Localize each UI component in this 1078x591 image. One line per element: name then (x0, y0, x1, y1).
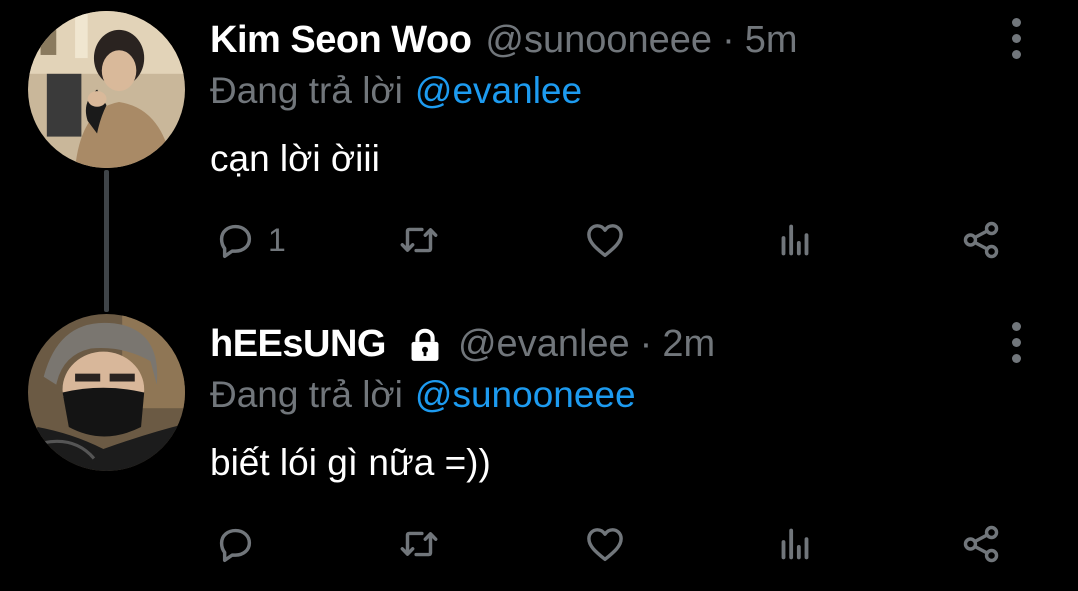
share-button[interactable] (958, 212, 1004, 268)
tweet[interactable]: hEEsUNG @evanlee · 2m Đang trả lời @sunoo… (0, 300, 1078, 591)
views-icon (781, 224, 809, 256)
tweet-text: biết lói gì nữa =)) (210, 442, 491, 483)
timestamp[interactable]: 5m (745, 16, 798, 64)
reply-count: 1 (268, 221, 286, 258)
separator: · (722, 19, 735, 61)
more-options-button[interactable] (998, 14, 1034, 62)
share-button[interactable] (958, 516, 1004, 572)
share-icon (963, 221, 999, 259)
reply-icon (219, 528, 252, 563)
lock-icon (406, 326, 444, 364)
tweet-text: cạn lời ờiii (210, 138, 380, 179)
avatar[interactable] (28, 11, 185, 168)
views-button[interactable] (772, 516, 818, 572)
user-handle[interactable]: @evanlee (458, 320, 630, 368)
like-button[interactable] (582, 516, 628, 572)
retweet-button[interactable] (396, 212, 442, 268)
like-button[interactable] (582, 212, 628, 268)
display-name[interactable]: Kim Seon Woo (210, 16, 472, 64)
replying-to: Đang trả lời @sunooneee (210, 372, 636, 418)
avatar-photo (28, 314, 185, 471)
separator: · (639, 323, 653, 365)
tweet[interactable]: Kim Seon Woo @sunooneee · 5m Đang trả lờ… (0, 0, 1078, 300)
replying-to-handle[interactable]: @sunooneee (415, 374, 636, 415)
like-icon (587, 528, 623, 562)
more-vertical-icon (1011, 321, 1021, 331)
timestamp[interactable]: 2m (662, 320, 715, 368)
replying-to-label: Đang trả lời (210, 70, 403, 111)
tweet-header: hEEsUNG @evanlee · 2m (210, 320, 715, 368)
user-handle[interactable]: @sunooneee (485, 16, 712, 64)
retweet-icon (400, 531, 438, 557)
like-icon (587, 224, 623, 258)
more-vertical-icon (1011, 17, 1021, 27)
tweet-actions: 1 (0, 212, 1078, 268)
share-icon (963, 525, 999, 563)
more-options-button[interactable] (998, 318, 1034, 366)
avatar[interactable] (28, 314, 185, 471)
tweet-header: Kim Seon Woo @sunooneee · 5m (210, 16, 798, 64)
retweet-button[interactable] (396, 516, 442, 572)
reply-button[interactable]: 1 (212, 212, 286, 268)
display-name[interactable]: hEEsUNG (210, 320, 386, 368)
retweet-icon (400, 227, 438, 253)
reply-icon (219, 224, 252, 259)
replying-to: Đang trả lời @evanlee (210, 68, 582, 114)
replying-to-handle[interactable]: @evanlee (415, 70, 582, 111)
conversation-thread: Kim Seon Woo @sunooneee · 5m Đang trả lờ… (0, 0, 1078, 591)
replying-to-label: Đang trả lời (210, 374, 403, 415)
views-icon (781, 528, 809, 560)
avatar-photo (28, 11, 185, 168)
reply-button[interactable] (212, 516, 268, 572)
tweet-actions (0, 516, 1078, 572)
views-button[interactable] (772, 212, 818, 268)
